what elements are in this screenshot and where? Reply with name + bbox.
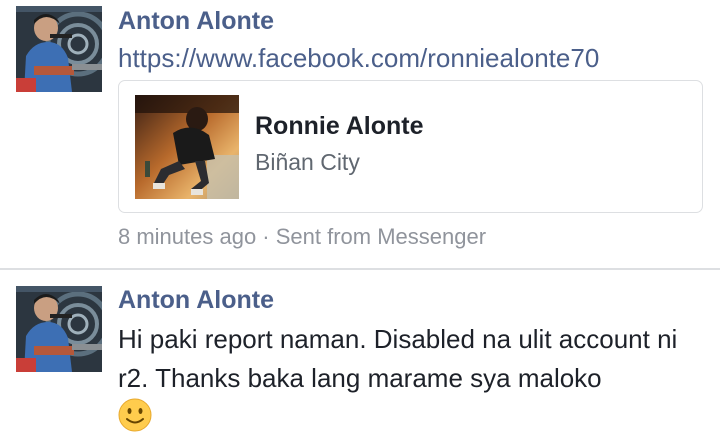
message-text: Hi paki report naman. Disabled na ulit a… [118, 324, 678, 393]
slightly-smiling-face-icon [118, 398, 152, 432]
avatar[interactable] [16, 6, 102, 92]
link-preview-title: Ronnie Alonte [255, 112, 424, 140]
message-body: Hi paki report naman. Disabled na ulit a… [118, 320, 708, 437]
profile-photo-icon [16, 6, 102, 92]
link-preview-subtitle: Biñan City [255, 149, 360, 175]
avatar[interactable] [16, 286, 102, 372]
sender-name[interactable]: Anton Alonte [118, 286, 274, 315]
message-meta: 8 minutes ago · Sent from Messenger [118, 224, 487, 249]
message-item: Anton Alonte https://www.facebook.com/ro… [0, 0, 720, 268]
message-thread: Anton Alonte https://www.facebook.com/ro… [0, 0, 720, 440]
link-preview-card[interactable]: Ronnie Alonte Biñan City [118, 80, 703, 213]
link-preview-thumbnail [135, 95, 239, 199]
profile-link[interactable]: https://www.facebook.com/ronniealonte70 [118, 43, 599, 74]
profile-photo-icon [16, 286, 102, 372]
sender-name[interactable]: Anton Alonte [118, 7, 274, 36]
profile-photo-thumbnail-icon [135, 95, 239, 199]
message-item: Anton Alonte Hi paki report naman. Disab… [0, 270, 720, 440]
